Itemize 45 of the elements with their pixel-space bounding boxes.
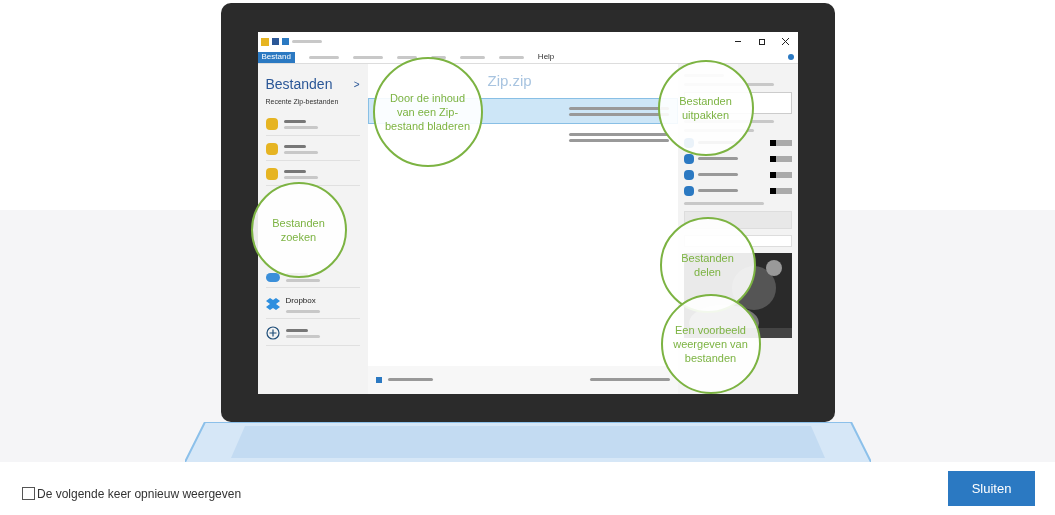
blurred-text <box>283 169 306 173</box>
cloud-icon <box>265 273 280 282</box>
ribbon-tab[interactable]: Bestand <box>257 51 295 63</box>
blurred-text <box>283 144 306 148</box>
minimize-icon[interactable] <box>734 41 741 42</box>
blurred-text <box>283 150 318 154</box>
blurred-text <box>430 55 446 59</box>
blurred-text <box>285 279 320 282</box>
blurred-text <box>285 334 320 338</box>
checkbox-icon <box>375 376 382 383</box>
blurred-text <box>498 55 524 59</box>
callout-tooltip: Bestanden uitpakken <box>657 59 754 156</box>
toggle-icon <box>769 155 792 162</box>
blurred-text <box>283 125 318 129</box>
blurred-text <box>308 55 339 59</box>
blurred-text <box>283 119 306 123</box>
blurred-text <box>697 157 738 160</box>
document-title: Zip.zip <box>487 70 533 91</box>
blurred-text <box>387 378 433 381</box>
help-tab[interactable]: Help <box>537 51 555 63</box>
checkbox-label: De volgende keer opnieuw weergeven <box>37 485 242 503</box>
close-icon[interactable] <box>781 38 789 45</box>
chevron-icon[interactable]: > <box>353 76 360 92</box>
blurred-text <box>291 40 322 43</box>
sidebar-title: Bestanden <box>265 74 333 94</box>
box-icon <box>265 298 280 310</box>
item-label[interactable]: Dropbox <box>285 295 320 307</box>
blurred-text <box>285 310 320 313</box>
toggle-icon <box>769 187 792 194</box>
app-icon <box>260 37 269 46</box>
maximize-icon[interactable] <box>758 38 765 45</box>
blurred-text <box>459 55 485 59</box>
blurred-text <box>283 175 318 179</box>
plus-icon <box>265 326 280 340</box>
blurred-text <box>352 55 383 59</box>
close-button[interactable]: Sluiten <box>948 471 1035 506</box>
blurred-text <box>285 328 308 332</box>
blurred-text <box>396 55 417 59</box>
help-icon[interactable] <box>787 54 794 60</box>
toggle-icon <box>769 171 792 178</box>
checkbox[interactable] <box>22 487 35 500</box>
callout-tooltip: Door de inhoud van een Zip-bestand bladeren <box>372 56 483 167</box>
blurred-text <box>697 189 738 192</box>
toggle-icon <box>769 139 792 146</box>
blurred-text <box>697 173 738 176</box>
